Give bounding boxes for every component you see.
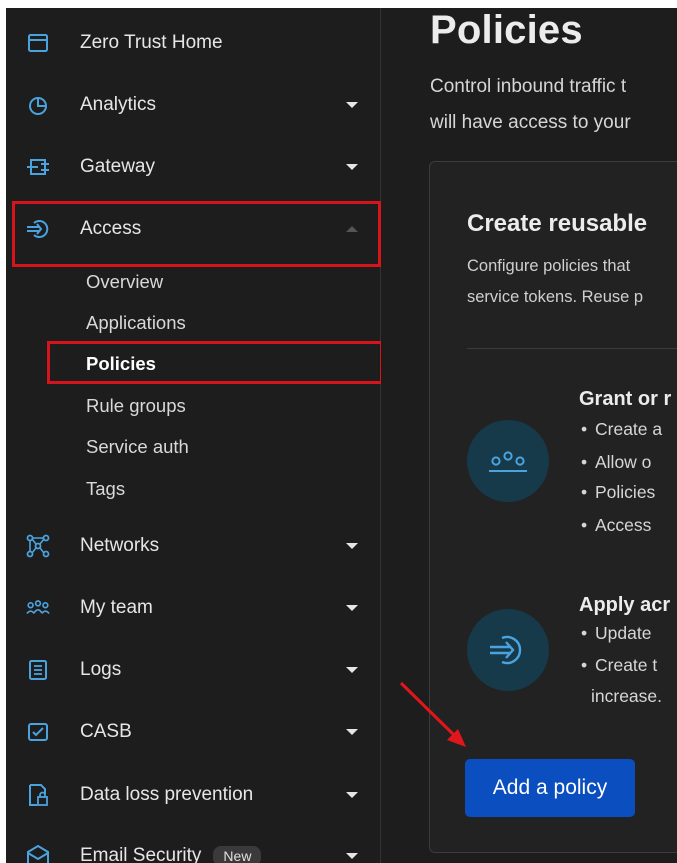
add-policy-button[interactable]: Add a policy <box>465 759 635 817</box>
chevron-down-icon[interactable] <box>342 846 362 863</box>
sidebar-subitem-rule-groups[interactable]: Rule groups <box>86 389 186 423</box>
dlp-icon <box>26 783 50 807</box>
page-title: Policies <box>430 8 583 52</box>
sidebar-item-label: CASB <box>80 721 132 742</box>
feature-bullet: Policies <box>581 482 655 503</box>
sidebar-subitem-applications[interactable]: Applications <box>86 306 186 340</box>
feature-text-continuation: increase. <box>591 686 663 706</box>
sidebar-subitem-policies[interactable]: Policies <box>86 347 156 381</box>
sidebar-subitem-overview[interactable]: Overview <box>86 265 163 299</box>
feature-bullet: Allow o <box>581 452 652 473</box>
browser-window-icon <box>26 31 50 55</box>
sidebar-item-label: Analytics <box>80 94 157 115</box>
sidebar: Zero Trust Home Analytics Gateway Access… <box>6 8 383 863</box>
network-icon <box>26 534 50 558</box>
email-security-icon <box>26 844 50 863</box>
sidebar-item-label: Gateway <box>80 156 155 177</box>
sidebar-item-data-loss-prevention[interactable]: Data loss prevention <box>6 764 380 826</box>
access-icon <box>26 217 50 241</box>
chevron-down-icon[interactable] <box>342 157 362 177</box>
pie-chart-icon <box>26 93 50 117</box>
new-badge: New <box>213 845 262 863</box>
chevron-down-icon[interactable] <box>342 95 362 115</box>
feature-bullet: Create t <box>581 655 657 676</box>
card-divider <box>467 348 677 349</box>
feature-title: Grant or r <box>579 388 672 410</box>
main-content: Policies Control inbound traffic t will … <box>381 8 677 863</box>
sidebar-item-logs[interactable]: Logs <box>6 639 380 701</box>
chevron-down-icon[interactable] <box>342 660 362 680</box>
sidebar-item-my-team[interactable]: My team <box>6 577 380 639</box>
sidebar-item-networks[interactable]: Networks <box>6 515 380 577</box>
page-description-line: Control inbound traffic t <box>430 76 627 97</box>
logs-icon <box>26 658 50 682</box>
chevron-down-icon[interactable] <box>342 722 362 742</box>
sidebar-item-casb[interactable]: CASB <box>6 701 380 763</box>
policy-card: Create reusable Configure policies that … <box>429 161 677 853</box>
sidebar-item-label: Networks <box>80 535 160 556</box>
team-icon <box>26 596 50 620</box>
chevron-down-icon[interactable] <box>342 536 362 556</box>
sidebar-item-email-security[interactable]: Email Security New <box>6 825 380 863</box>
sidebar-subitem-service-auth[interactable]: Service auth <box>86 430 189 464</box>
chevron-down-icon[interactable] <box>342 598 362 618</box>
gateway-icon <box>26 155 50 179</box>
sidebar-subitem-tags[interactable]: Tags <box>86 472 125 506</box>
app-frame: Zero Trust Home Analytics Gateway Access… <box>6 8 677 863</box>
feature-title: Apply acr <box>579 594 671 616</box>
feature-bullet: Update <box>581 623 652 644</box>
sidebar-item-label: Access <box>80 218 142 239</box>
access-circle-icon <box>467 609 549 691</box>
sidebar-item-gateway[interactable]: Gateway <box>6 136 380 198</box>
casb-icon <box>26 720 50 744</box>
team-circle-icon <box>467 420 549 502</box>
card-title: Create reusable <box>467 210 648 237</box>
card-description-line: service tokens. Reuse p <box>467 288 644 306</box>
page-description-line: will have access to your <box>430 112 631 133</box>
sidebar-item-label: My team <box>80 597 153 618</box>
sidebar-item-access[interactable]: Access <box>6 198 380 260</box>
chevron-down-icon[interactable] <box>342 785 362 805</box>
sidebar-item-label: Data loss prevention <box>80 784 254 805</box>
sidebar-item-label: Zero Trust Home <box>80 32 223 53</box>
sidebar-item-label: Email Security New <box>80 845 262 863</box>
sidebar-item-zero-trust-home[interactable]: Zero Trust Home <box>6 12 380 74</box>
feature-bullet: Access <box>581 515 652 536</box>
sidebar-item-label: Logs <box>80 659 122 680</box>
feature-bullet: Create a <box>581 419 662 440</box>
chevron-up-icon[interactable] <box>342 219 362 239</box>
sidebar-item-analytics[interactable]: Analytics <box>6 74 380 136</box>
card-description-line: Configure policies that <box>467 257 631 275</box>
